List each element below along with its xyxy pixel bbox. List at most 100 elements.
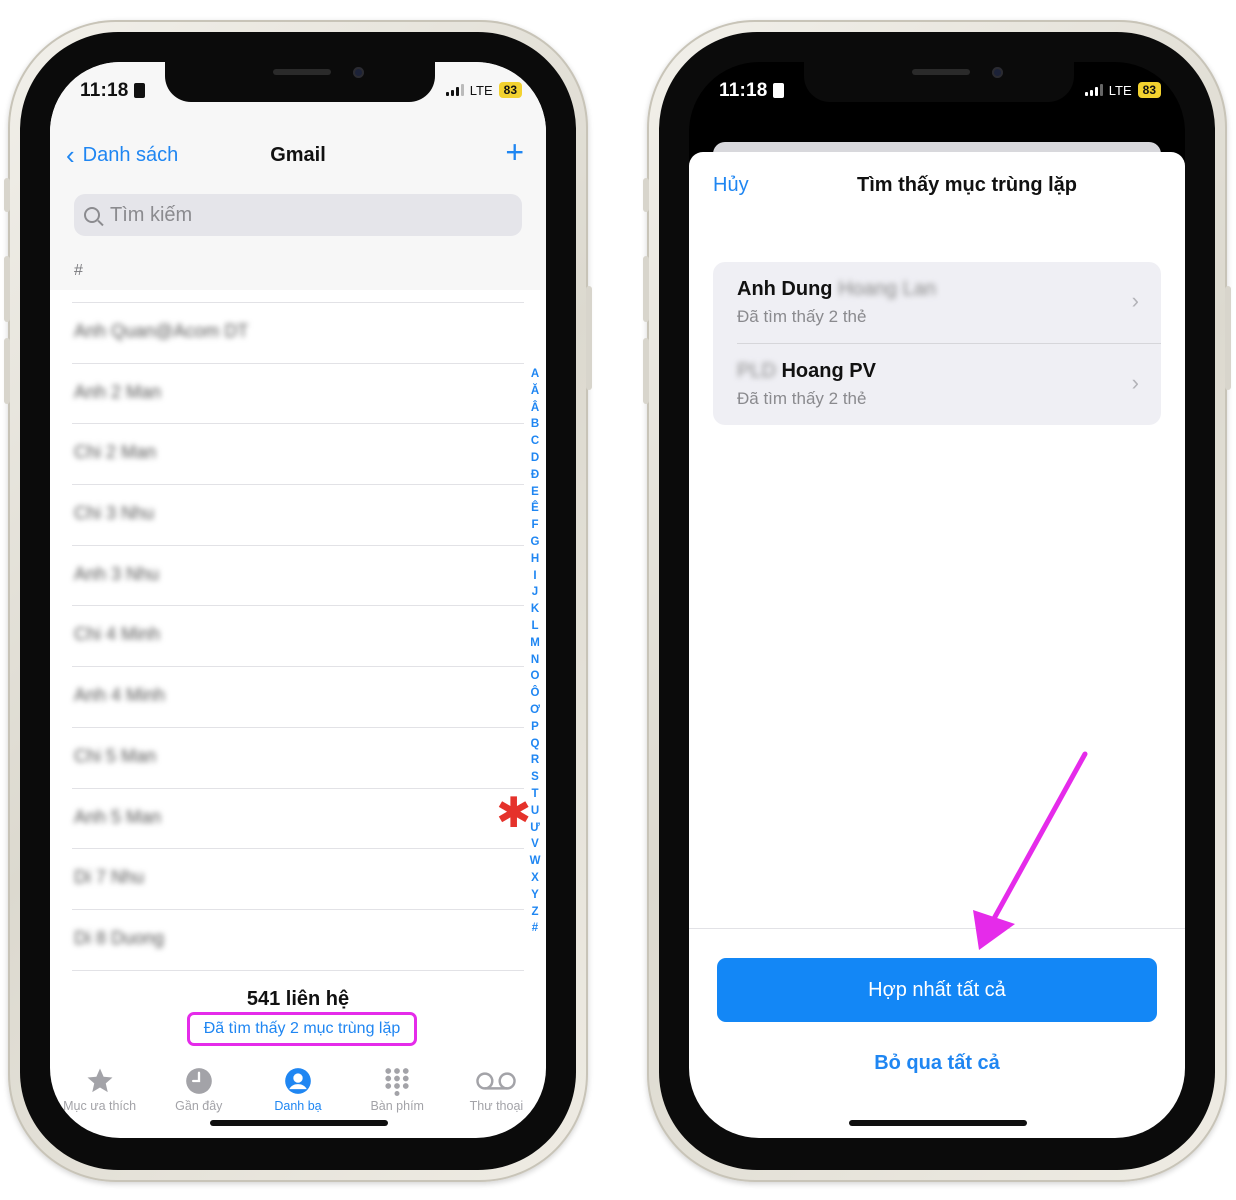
asterisk-marker-icon: ✱ [496, 789, 532, 836]
contact-row[interactable]: Anh Quan@Acom DT [72, 302, 524, 363]
signal-icon [445, 84, 464, 96]
duplicate-item[interactable]: PLD Hoang PV Đã tìm thấy 2 thẻ › [737, 343, 1161, 424]
index-letter[interactable]: N [531, 652, 539, 669]
index-letter[interactable]: K [531, 601, 539, 618]
volume-up-button [643, 256, 649, 322]
index-letter[interactable]: Q [531, 736, 540, 753]
contact-name: Di 7 Nhu [74, 867, 145, 888]
index-letter[interactable]: Đ [531, 467, 539, 484]
blurred-name: PLD [737, 360, 776, 382]
mute-switch [643, 178, 649, 212]
index-letter[interactable]: H [531, 551, 539, 568]
contact-count: 541 liên hệ [246, 988, 350, 1010]
skip-all-button[interactable]: Bỏ qua tất cả [689, 1052, 1185, 1075]
contact-row[interactable]: Chi 5 Man [72, 726, 524, 788]
index-letter[interactable]: U [531, 803, 539, 820]
index-letter[interactable]: F [531, 517, 538, 534]
power-button [586, 286, 592, 390]
tab-label: Bàn phím [370, 1099, 424, 1113]
contact-name: Chi 4 Minh [74, 624, 161, 645]
contacts-screen: 11:18 LTE 83 ‹ Danh sách Gmail + Tìm kiế… [50, 62, 546, 1138]
index-letter[interactable]: Y [531, 887, 539, 904]
star-icon [85, 1066, 115, 1096]
status-time: 11:18 [719, 80, 784, 102]
signal-icon [1084, 84, 1103, 96]
search-icon [84, 207, 100, 223]
index-letter[interactable]: # [532, 920, 538, 937]
sim-icon [772, 83, 784, 98]
battery-icon: 83 [1137, 82, 1161, 98]
sim-icon [133, 83, 145, 98]
index-letter[interactable]: Ư [530, 820, 540, 837]
index-letter[interactable]: V [531, 836, 539, 853]
index-letter[interactable]: Ă [531, 383, 539, 400]
volume-up-button [4, 256, 10, 322]
volume-down-button [643, 338, 649, 404]
index-letter[interactable]: Z [531, 904, 538, 921]
index-letter[interactable]: C [531, 433, 539, 450]
cancel-button[interactable]: Hủy [713, 174, 749, 197]
index-letter[interactable]: S [531, 769, 539, 786]
index-letter[interactable]: L [531, 618, 538, 635]
contact-row[interactable]: Anh 2 Man [72, 362, 524, 424]
contact-name: Anh 3 Nhu [74, 563, 160, 584]
duplicate-name: PLD Hoang PV [737, 360, 876, 382]
speaker-grille [912, 69, 970, 75]
contact-row[interactable]: Di 8 Duong [72, 908, 524, 970]
contact-row[interactable]: Anh 4 Minh [72, 666, 524, 727]
duplicate-name: Anh Dung Hoang Lan [737, 278, 936, 300]
index-letter[interactable]: A [531, 366, 539, 383]
contact-name: Anh 4 Minh [74, 685, 166, 706]
mute-switch [4, 178, 10, 212]
contact-row[interactable]: Di 7 Nhu [72, 848, 524, 909]
duplicate-item[interactable]: Anh Dung Hoang Lan Đã tìm thấy 2 thẻ › [713, 262, 1161, 343]
index-letter[interactable]: G [531, 534, 540, 551]
tab-label: Gần đây [175, 1099, 223, 1113]
duplicate-subtitle: Đã tìm thấy 2 thẻ [737, 389, 867, 408]
voicemail-icon [475, 1066, 517, 1096]
status-indicators: LTE 83 [445, 82, 522, 98]
index-letter[interactable]: Â [531, 400, 539, 417]
contact-row[interactable]: Chi 3 Nhu [72, 484, 524, 545]
index-letter[interactable]: E [531, 484, 539, 501]
index-letter[interactable]: B [531, 416, 539, 433]
list-bottom-divider [72, 969, 524, 971]
index-letter[interactable]: T [531, 786, 538, 803]
plus-icon[interactable]: + [505, 134, 524, 171]
volume-down-button [4, 338, 10, 404]
chevron-right-icon: › [1131, 370, 1139, 395]
index-letter[interactable]: M [530, 635, 540, 652]
index-letter[interactable]: I [533, 568, 536, 585]
merge-all-button[interactable]: Hợp nhất tất cả [717, 958, 1157, 1022]
network-label: LTE [469, 82, 493, 98]
index-letter[interactable]: R [531, 752, 539, 769]
index-letter[interactable]: J [532, 584, 538, 601]
index-letter[interactable]: Ê [531, 500, 539, 517]
tab-voicemail[interactable]: Thư thoại [447, 1054, 546, 1138]
contact-row[interactable]: Chi 4 Minh [72, 605, 524, 666]
contact-row[interactable]: Anh 3 Nhu [72, 544, 524, 606]
duplicates-found-link[interactable]: Đã tìm thấy 2 mục trùng lặp [187, 1012, 417, 1046]
divider [689, 928, 1185, 929]
alphabet-index[interactable]: A Ă Â B C D Đ E Ê F G H I J K L M N O Ô Ơ P Q R S T U Ư V W X Y Z # [528, 366, 542, 937]
tab-star[interactable]: Mục ưa thích [50, 1054, 149, 1138]
front-camera [992, 67, 1003, 78]
tab-label: Danh bạ [274, 1099, 322, 1113]
contact-name: Chi 2 Man [74, 442, 157, 463]
chevron-right-icon: › [1131, 288, 1139, 313]
index-letter[interactable]: X [531, 870, 539, 887]
index-letter[interactable]: D [531, 450, 539, 467]
index-letter[interactable]: O [531, 668, 540, 685]
speaker-grille [273, 69, 331, 75]
contact-row[interactable]: Chi 2 Man [72, 423, 524, 484]
page-title: Gmail [270, 144, 326, 166]
index-letter[interactable]: Ô [531, 685, 540, 702]
contact-row[interactable]: Anh 5 Man [72, 787, 524, 849]
index-letter[interactable]: W [530, 853, 541, 870]
index-letter[interactable]: Ơ [530, 702, 540, 719]
index-letter[interactable]: P [531, 719, 539, 736]
search-input[interactable]: Tìm kiếm [74, 194, 522, 236]
notch [804, 62, 1074, 102]
duplicates-list: Anh Dung Hoang Lan Đã tìm thấy 2 thẻ › P… [713, 262, 1161, 425]
tab-label: Thư thoại [469, 1099, 524, 1113]
